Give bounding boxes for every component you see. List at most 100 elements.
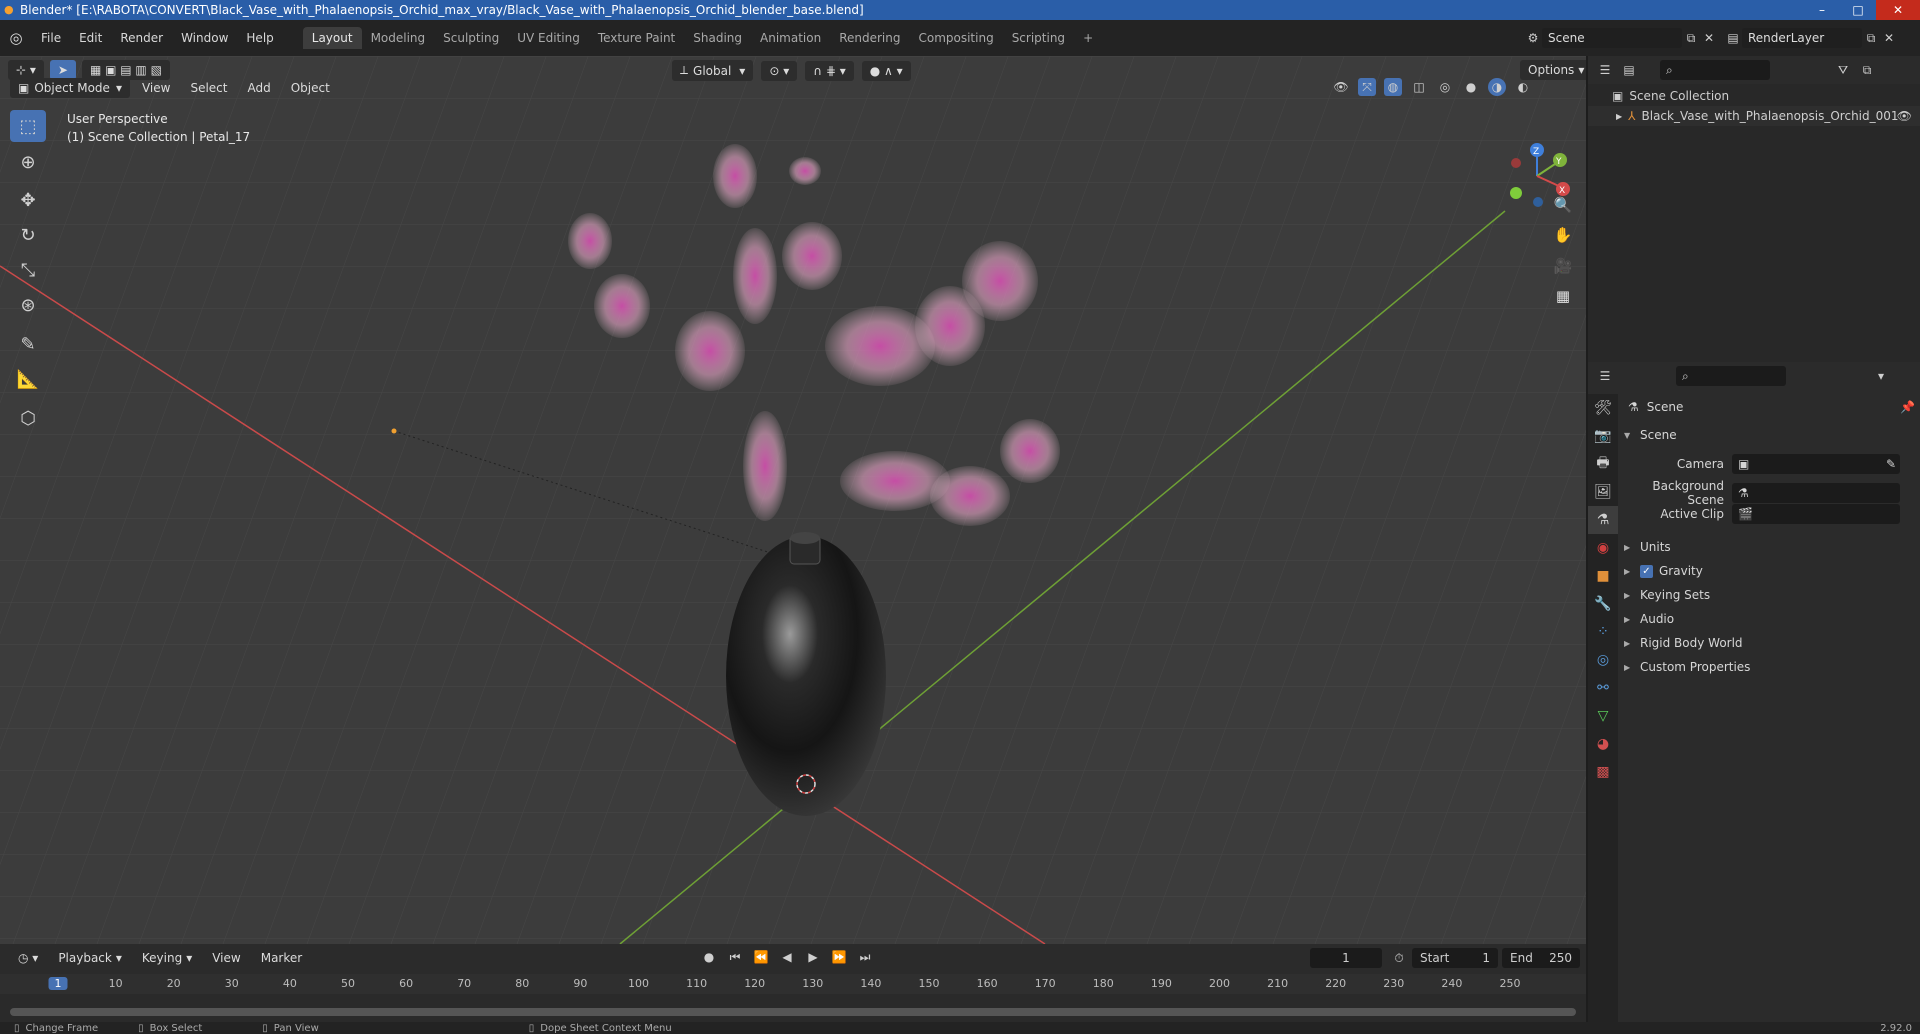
gravity-checkbox[interactable]: ✓	[1640, 564, 1653, 578]
camera-field[interactable]: ▣ ✎	[1732, 454, 1900, 474]
visibility-icon[interactable]: 👁	[1332, 78, 1350, 96]
rigid-body-world-panel[interactable]: ▶ Rigid Body World	[1624, 636, 1743, 650]
minimize-button[interactable]: –	[1804, 0, 1840, 20]
wireframe-shading-icon[interactable]: ◎	[1436, 78, 1454, 96]
tab-scene[interactable]: ⚗	[1588, 506, 1618, 534]
viewport-menu-view[interactable]: View	[134, 78, 178, 98]
audio-panel[interactable]: ▶ Audio	[1624, 612, 1674, 626]
editor-type-button[interactable]: ⊹ ▾	[8, 60, 44, 80]
maximize-button[interactable]: □	[1840, 0, 1876, 20]
tab-material[interactable]: ◕	[1588, 730, 1618, 758]
tab-data[interactable]: ▽	[1588, 702, 1618, 730]
tab-texture[interactable]: ▩	[1588, 758, 1618, 786]
tab-object[interactable]: ■	[1588, 562, 1618, 590]
timeline-ruler[interactable]: 1 10 20 30 40 50 60 70 80 90 100 110 120 130 140 150 160…	[0, 974, 1586, 994]
timeline-menu-view[interactable]: View	[204, 948, 248, 968]
outliner-search-input[interactable]: ⌕	[1660, 60, 1770, 80]
properties-editor-type-icon[interactable]: ☰	[1596, 367, 1614, 385]
tab-modifiers[interactable]: 🔧	[1588, 590, 1618, 618]
eyedropper-icon[interactable]: ✎	[1886, 457, 1896, 471]
pin-icon[interactable]: 📌	[1900, 400, 1915, 414]
outliner-editor-type-icon[interactable]: ☰	[1596, 61, 1614, 79]
custom-properties-panel[interactable]: ▶ Custom Properties	[1624, 660, 1750, 674]
delete-view-layer-icon[interactable]: ✕	[1880, 29, 1898, 47]
cursor-tool[interactable]: ⊕	[10, 146, 46, 178]
blender-menu-icon[interactable]: ◎	[0, 29, 32, 47]
scene-panel-header[interactable]: ▼ Scene	[1624, 428, 1677, 442]
tab-rendering[interactable]: Rendering	[830, 27, 909, 49]
annotate-tool[interactable]: ✎	[10, 328, 46, 360]
view-layer-selector[interactable]: RenderLayer	[1742, 28, 1862, 48]
current-frame-field[interactable]: 1	[1310, 948, 1382, 968]
snap-toggle[interactable]: ∩ ⋕ ▾	[805, 60, 854, 81]
menu-window[interactable]: Window	[172, 31, 237, 45]
new-view-layer-icon[interactable]: ⧉	[1862, 29, 1880, 47]
gravity-panel[interactable]: ▶ ✓ Gravity	[1624, 564, 1703, 578]
zoom-button[interactable]: 🔍	[1549, 191, 1577, 219]
pivot-point-dropdown[interactable]: ⊙ ▾	[761, 60, 798, 81]
tab-output[interactable]: 🖶	[1588, 450, 1618, 478]
display-mode-icon[interactable]: ▤	[1620, 61, 1638, 79]
delete-scene-icon[interactable]: ✕	[1700, 29, 1718, 47]
tab-sculpting[interactable]: Sculpting	[434, 27, 508, 49]
add-workspace-button[interactable]: +	[1074, 27, 1102, 49]
proportional-edit-toggle[interactable]: ● ∧ ▾	[861, 60, 911, 81]
select-box-tool[interactable]: ⬚	[10, 110, 46, 142]
tab-shading[interactable]: Shading	[684, 27, 751, 49]
tab-animation[interactable]: Animation	[751, 27, 830, 49]
tab-texture-paint[interactable]: Texture Paint	[589, 27, 684, 49]
measure-tool[interactable]: 📐	[10, 363, 46, 395]
outliner-item-label[interactable]: Black_Vase_with_Phalaenopsis_Orchid_001	[1642, 109, 1899, 123]
jump-keyframe-forward-icon[interactable]: ⏩	[830, 948, 848, 966]
play-icon[interactable]: ▶	[804, 948, 822, 966]
timeline-editor-type-button[interactable]: ◷ ▾	[10, 948, 46, 968]
solid-shading-icon[interactable]: ●	[1462, 78, 1480, 96]
tab-scripting[interactable]: Scripting	[1003, 27, 1074, 49]
3d-viewport[interactable]: Z Y X ⊹ ▾ ➤ ▦ ▣ ▤ ▥ ▧ ⟂ Global ▾ ⊙ ▾ ∩ ⋕ ▾…	[0, 56, 1586, 944]
tab-uv-editing[interactable]: UV Editing	[508, 27, 589, 49]
jump-start-icon[interactable]: ⏮	[726, 948, 744, 966]
transform-orientation-dropdown[interactable]: ⟂ Global ▾	[672, 60, 754, 81]
new-scene-icon[interactable]: ⧉	[1682, 29, 1700, 47]
active-clip-field[interactable]: 🎬	[1732, 504, 1900, 524]
end-frame-field[interactable]: End 250	[1502, 948, 1580, 968]
menu-help[interactable]: Help	[237, 31, 282, 45]
camera-view-button[interactable]: 🎥	[1549, 252, 1577, 280]
tab-view-layer[interactable]: 🖼	[1588, 478, 1618, 506]
tab-compositing[interactable]: Compositing	[909, 27, 1002, 49]
keying-sets-panel[interactable]: ▶ Keying Sets	[1624, 588, 1710, 602]
record-icon[interactable]: ●	[700, 948, 718, 966]
close-button[interactable]: ✕	[1876, 0, 1920, 20]
stopwatch-icon[interactable]: ⏱	[1390, 949, 1408, 967]
viewport-menu-select[interactable]: Select	[182, 78, 235, 98]
add-cube-tool[interactable]: ⬡	[10, 402, 46, 434]
menu-edit[interactable]: Edit	[70, 31, 111, 45]
pan-button[interactable]: ✋	[1549, 221, 1577, 249]
viewport-menu-add[interactable]: Add	[239, 78, 278, 98]
select-mode-buttons[interactable]: ▦ ▣ ▤ ▥ ▧	[81, 60, 170, 80]
rendered-shading-icon[interactable]: ◐	[1514, 78, 1532, 96]
xray-toggle-icon[interactable]: ◫	[1410, 78, 1428, 96]
tab-physics[interactable]: ◎	[1588, 646, 1618, 674]
rotate-tool[interactable]: ↻	[10, 219, 46, 251]
ortho-toggle-button[interactable]: ▦	[1549, 282, 1577, 310]
tab-tool[interactable]: 🛠	[1588, 394, 1618, 422]
jump-keyframe-back-icon[interactable]: ⏪	[752, 948, 770, 966]
viewport-menu-object[interactable]: Object	[283, 78, 338, 98]
filter-icon[interactable]: ⛛	[1834, 61, 1852, 79]
move-tool[interactable]: ✥	[10, 184, 46, 216]
gizmo-toggle-icon[interactable]: ⤧	[1358, 78, 1376, 96]
scale-tool[interactable]: ⤡	[10, 254, 46, 286]
properties-search-input[interactable]: ⌕	[1676, 366, 1786, 386]
overlay-toggle-icon[interactable]: ◍	[1384, 78, 1402, 96]
timeline-scrollbar[interactable]	[10, 1008, 1576, 1016]
timeline-menu-playback[interactable]: Playback ▾	[50, 948, 130, 968]
jump-end-icon[interactable]: ⏭	[856, 948, 874, 966]
timeline-menu-marker[interactable]: Marker	[253, 948, 310, 968]
tab-constraints[interactable]: ⚯	[1588, 674, 1618, 702]
start-frame-field[interactable]: Start 1	[1412, 948, 1498, 968]
tab-particles[interactable]: ⁘	[1588, 618, 1618, 646]
select-tool-mode-button[interactable]: ➤	[49, 60, 76, 80]
options-dropdown[interactable]: Options ▾	[1520, 60, 1586, 80]
playhead[interactable]: 1	[48, 977, 68, 990]
